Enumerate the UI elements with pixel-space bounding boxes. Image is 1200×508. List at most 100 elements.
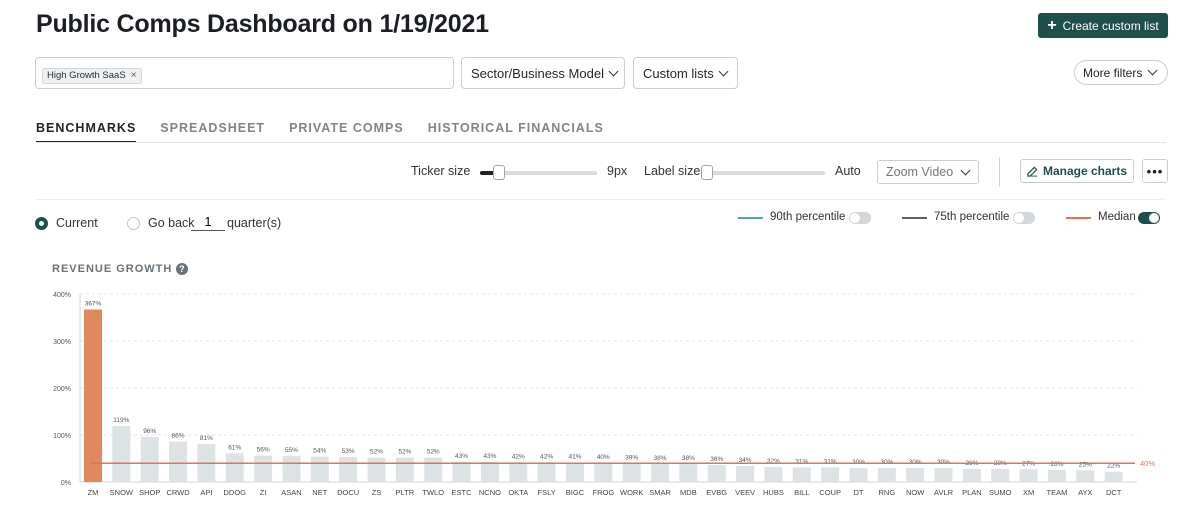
data-label: 31% — [795, 458, 808, 465]
sector-business-model-dropdown[interactable]: Sector/Business Model — [461, 57, 625, 89]
x-tick-label: DDOG — [224, 488, 247, 497]
custom-lists-label: Custom lists — [643, 65, 714, 81]
label-size-handle[interactable] — [701, 165, 713, 180]
tab-private-comps[interactable]: PRIVATE COMPS — [289, 121, 404, 143]
x-tick-label: COUP — [819, 488, 841, 497]
tab-divider — [36, 142, 1166, 143]
data-label: 25% — [1079, 461, 1092, 468]
bar-docu — [339, 457, 358, 482]
toggle-75th-percentile[interactable] — [1013, 212, 1035, 224]
close-icon[interactable]: × — [131, 70, 137, 81]
data-label: 86% — [172, 433, 185, 440]
x-tick-label: CRWD — [166, 488, 190, 497]
tab-spreadsheet[interactable]: SPREADSHEET — [160, 121, 265, 143]
bar-snow — [112, 426, 131, 482]
chart-title-text: REVENUE GROWTH — [52, 263, 173, 275]
toggle-90th-percentile[interactable] — [849, 212, 871, 224]
x-tick-label: ZM — [88, 488, 99, 497]
sector-dropdown-label: Sector/Business Model — [471, 65, 604, 81]
toggle-median[interactable] — [1138, 212, 1160, 224]
current-label: Current — [56, 216, 98, 230]
bar-xm — [1019, 469, 1038, 482]
bar-estc — [452, 461, 471, 482]
data-label: 42% — [512, 453, 525, 460]
x-tick-label: TEAM — [1047, 488, 1068, 497]
y-tick-label: 100% — [53, 433, 71, 440]
legend-75th-label: 75th percentile — [934, 211, 1010, 223]
chevron-down-icon — [1147, 65, 1158, 76]
x-tick-label: RNG — [879, 488, 896, 497]
y-tick-label: 400% — [53, 292, 71, 299]
filter-chip-label: High Growth SaaS — [47, 70, 126, 81]
tab-benchmarks[interactable]: BENCHMARKS — [36, 121, 137, 143]
x-tick-label: XM — [1023, 488, 1034, 497]
bar-zi — [254, 455, 273, 482]
x-tick-label: ASAN — [281, 488, 301, 497]
x-tick-label: NET — [312, 488, 327, 497]
data-label: 56% — [257, 447, 270, 454]
more-dots-icon: ••• — [1146, 163, 1164, 179]
more-filters-button[interactable]: More filters — [1074, 60, 1168, 85]
x-tick-label: HUBS — [763, 488, 784, 497]
median-label: 40% — [1140, 459, 1155, 468]
bar-bigc — [565, 462, 584, 482]
data-label: 30% — [880, 459, 893, 466]
bar-net — [310, 456, 329, 482]
company-filter-input[interactable]: High Growth SaaS × — [35, 57, 454, 89]
x-tick-label: VEEV — [735, 488, 755, 497]
bar-work — [622, 463, 641, 482]
data-label: 30% — [852, 459, 865, 466]
x-tick-label: FROG — [592, 488, 614, 497]
x-tick-label: ESTC — [452, 488, 473, 497]
tab-historical-financials[interactable]: HISTORICAL FINANCIALS — [428, 121, 604, 143]
bar-pltr — [395, 457, 414, 482]
bar-rng — [877, 467, 896, 482]
y-tick-label: 300% — [53, 339, 71, 346]
more-options-button[interactable]: ••• — [1142, 159, 1168, 183]
label-size-value: Auto — [835, 164, 861, 178]
manage-charts-label: Manage charts — [1042, 164, 1128, 178]
zoom-dropdown-label: Zoom Video — [886, 165, 954, 179]
data-label: 30% — [909, 459, 922, 466]
label-size-slider[interactable] — [701, 165, 825, 180]
chevron-down-icon — [608, 66, 619, 76]
bar-evbg — [707, 465, 726, 482]
bar-hubs — [764, 466, 783, 482]
bar-sumo — [991, 468, 1010, 482]
bar-dt — [849, 467, 868, 482]
bar-okta — [509, 462, 528, 482]
data-label: 52% — [398, 449, 411, 456]
x-tick-label: NOW — [906, 488, 925, 497]
quarters-input[interactable] — [191, 214, 225, 231]
filter-chip[interactable]: High Growth SaaS × — [42, 67, 142, 84]
bar-fsly — [537, 462, 556, 482]
bar-veev — [736, 466, 755, 482]
x-tick-label: SNOW — [110, 488, 134, 497]
ticker-size-value: 9px — [607, 164, 628, 178]
manage-charts-button[interactable]: Manage charts — [1020, 159, 1134, 183]
x-tick-label: API — [200, 488, 212, 497]
x-tick-label: PLTR — [396, 488, 415, 497]
y-tick-label: 0% — [61, 480, 71, 487]
help-icon[interactable]: ? — [176, 263, 189, 275]
bar-bill — [792, 467, 811, 482]
edit-icon — [1027, 166, 1038, 177]
toggle-knob — [1014, 213, 1024, 223]
go-back-radio[interactable] — [127, 217, 140, 230]
bar-now — [906, 467, 925, 482]
data-label: 119% — [113, 417, 129, 424]
custom-lists-dropdown[interactable]: Custom lists — [633, 57, 738, 89]
bar-team — [1047, 469, 1066, 482]
data-label: 81% — [200, 435, 213, 442]
toggle-knob — [1149, 213, 1159, 223]
data-label: 54% — [313, 448, 326, 455]
current-radio[interactable] — [35, 217, 48, 230]
zoom-company-dropdown[interactable]: Zoom Video — [877, 160, 979, 184]
ticker-size-handle[interactable] — [492, 165, 505, 180]
ticker-size-slider[interactable] — [480, 165, 597, 180]
go-back-label: Go back — [148, 216, 195, 230]
legend-90th-line — [738, 217, 763, 219]
create-custom-list-button[interactable]: + Create custom list — [1038, 13, 1168, 38]
bar-frog — [594, 463, 613, 482]
more-filters-label: More filters — [1083, 65, 1143, 80]
